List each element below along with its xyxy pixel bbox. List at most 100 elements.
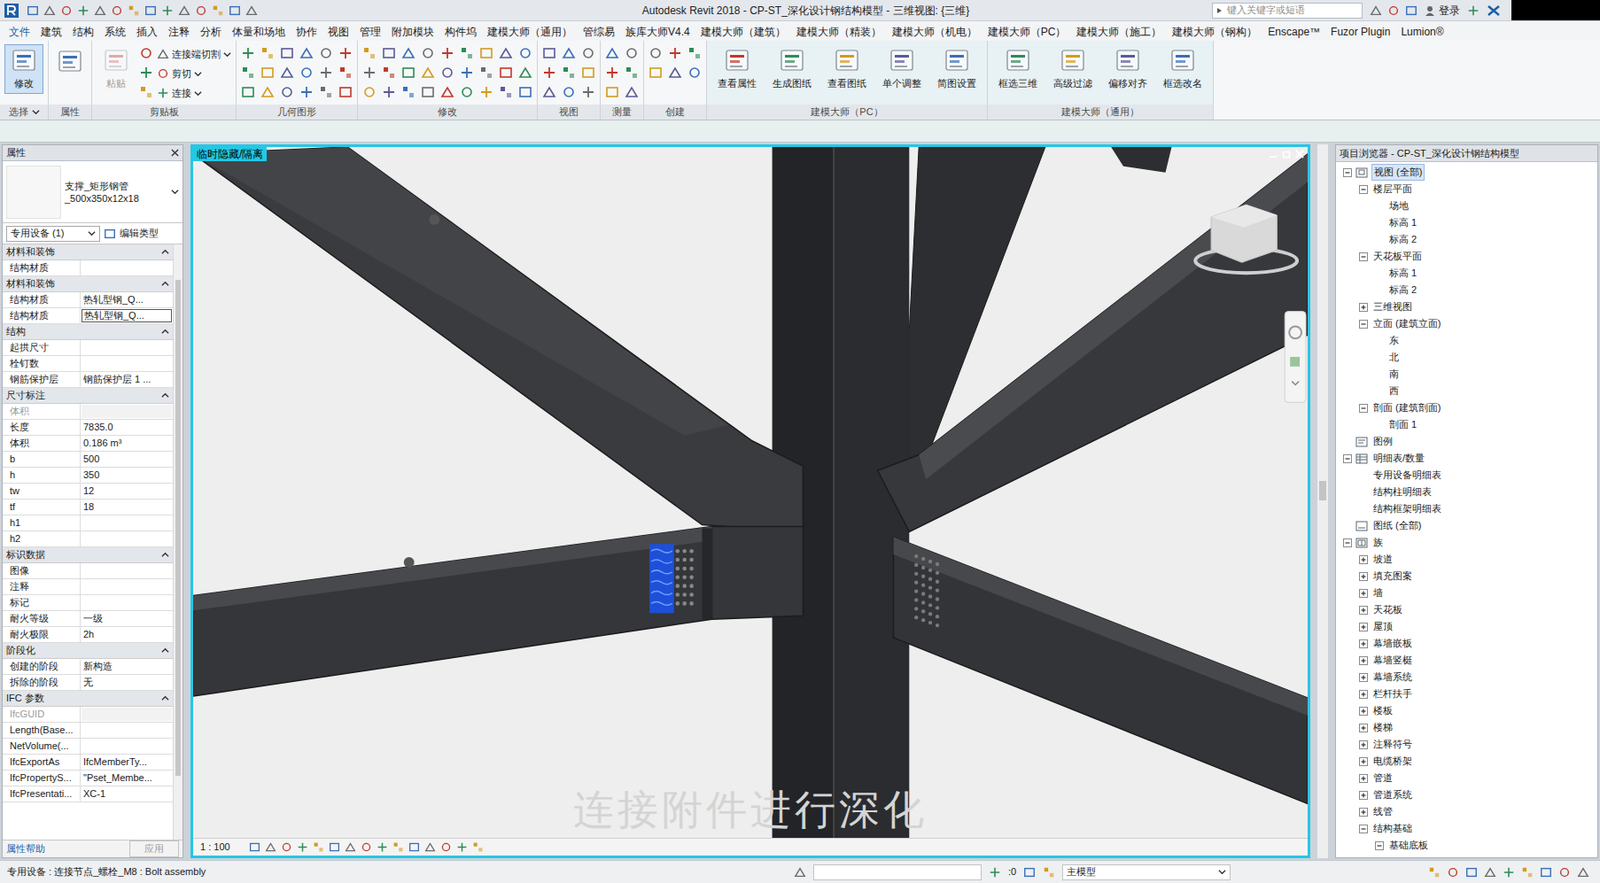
tree-item[interactable]: 标高 2 — [1335, 281, 1598, 299]
tool-icon[interactable] — [1576, 866, 1590, 879]
menu-tab[interactable]: 插入 — [131, 23, 164, 41]
menu-tab[interactable]: 协作 — [290, 23, 323, 41]
ribbon-large-button[interactable]: 框选三维 — [992, 44, 1044, 94]
collapse-icon[interactable] — [161, 327, 170, 336]
ribbon-panel-label[interactable]: 几何图形 — [236, 104, 358, 120]
tool-icon[interactable] — [318, 65, 334, 80]
tool-icon[interactable] — [1502, 866, 1515, 879]
tree-item[interactable]: 图纸 (全部) — [1335, 517, 1598, 535]
tree-item[interactable]: 标高 2 — [1335, 231, 1598, 249]
tool-icon[interactable] — [156, 86, 170, 100]
tool-icon[interactable] — [440, 85, 455, 100]
workset-selector[interactable] — [813, 864, 982, 881]
ribbon-small-button[interactable]: 连接端切割 — [156, 46, 232, 63]
tool-icon[interactable] — [60, 4, 73, 17]
group-header[interactable]: 尺寸标注 — [2, 388, 173, 404]
expand-icon[interactable] — [194, 89, 202, 98]
expand-icon[interactable] — [1359, 690, 1368, 700]
expand-icon[interactable] — [87, 229, 96, 238]
tool-icon[interactable] — [376, 841, 389, 854]
minimize-icon[interactable] — [1268, 149, 1278, 159]
tool-icon[interactable] — [279, 65, 295, 80]
property-row[interactable]: 图像 — [2, 563, 173, 580]
tree-item[interactable]: 注释符号 — [1335, 736, 1598, 754]
menu-tab[interactable]: 建模大师（钢构） — [1166, 23, 1263, 41]
tool-icon[interactable] — [1405, 4, 1418, 17]
collapse-icon[interactable] — [1359, 319, 1368, 329]
menu-tab[interactable]: 管理 — [354, 23, 387, 41]
tool-icon[interactable] — [26, 4, 39, 17]
property-row[interactable]: tw12 — [2, 483, 173, 500]
tool-icon[interactable] — [260, 65, 275, 80]
tree-item[interactable]: 墙 — [1335, 584, 1598, 602]
tree-item[interactable]: 楼层平面 — [1335, 180, 1598, 198]
property-row[interactable]: tf18 — [2, 499, 173, 516]
tool-icon[interactable] — [687, 65, 702, 80]
property-row[interactable]: 拆除的阶段无 — [2, 675, 173, 692]
tool-icon[interactable] — [1042, 866, 1056, 879]
tool-icon[interactable] — [1023, 866, 1036, 879]
ribbon-small-button[interactable]: 剪切 — [156, 65, 232, 82]
view-scrollbar[interactable] — [1317, 144, 1329, 859]
tool-icon[interactable] — [338, 85, 353, 100]
tool-icon[interactable] — [296, 841, 309, 854]
tool-icon[interactable] — [318, 85, 334, 100]
expand-icon[interactable] — [1359, 302, 1368, 312]
menu-tab[interactable]: 附加模块 — [386, 23, 440, 41]
tree-item[interactable]: 幕墙竖梃 — [1335, 652, 1598, 669]
ribbon-large-button[interactable]: 简图设置 — [931, 44, 983, 94]
property-row[interactable]: 长度7835.0 — [2, 419, 173, 436]
tree-item[interactable]: 图例 — [1335, 433, 1598, 451]
property-row[interactable]: IfcGUID — [2, 706, 173, 723]
collapse-icon[interactable] — [1343, 538, 1352, 548]
tool-icon[interactable] — [624, 85, 639, 100]
collapse-icon[interactable] — [1374, 841, 1384, 851]
tool-icon[interactable] — [624, 46, 639, 61]
property-row[interactable]: IfcPresentati...XC-1 — [2, 786, 173, 803]
menu-tab[interactable]: Fuzor Plugin — [1325, 23, 1396, 41]
tool-icon[interactable] — [139, 65, 154, 80]
tool-icon[interactable] — [479, 46, 494, 61]
collapse-icon[interactable] — [161, 279, 170, 288]
property-row[interactable]: IfcPropertyS..."Pset_Membe... — [2, 770, 173, 787]
navigation-bar[interactable] — [1284, 311, 1306, 404]
tool-icon[interactable] — [228, 4, 241, 17]
tool-icon[interactable] — [498, 85, 513, 100]
tool-icon[interactable] — [581, 65, 596, 80]
tool-icon[interactable] — [240, 65, 256, 80]
tree-item[interactable]: 天花板平面 — [1335, 248, 1598, 265]
ribbon-panel-label[interactable]: 建模大师（通用） — [987, 104, 1213, 120]
tool-icon[interactable] — [440, 46, 455, 61]
collapse-icon[interactable] — [1343, 168, 1352, 178]
tree-item[interactable]: 三维视图 — [1335, 298, 1598, 316]
property-row[interactable]: 体积0.186 m³ — [2, 435, 173, 452]
tool-icon[interactable] — [139, 46, 154, 61]
tool-icon[interactable] — [605, 65, 620, 80]
tool-icon[interactable] — [561, 46, 576, 61]
tree-item[interactable]: 坡道 — [1335, 551, 1598, 568]
tool-icon[interactable] — [667, 46, 683, 61]
menu-tab[interactable]: Lumion® — [1395, 23, 1449, 41]
type-selector[interactable]: 支撑_矩形钢管_500x350x12x18 — [2, 161, 183, 224]
scale-selector[interactable]: 1 : 100 — [200, 839, 231, 855]
tool-icon[interactable] — [988, 866, 1002, 879]
tool-icon[interactable] — [581, 46, 596, 61]
menu-tab[interactable]: 建筑 — [35, 23, 68, 41]
property-row[interactable]: NetVolume(... — [2, 738, 173, 755]
menu-tab[interactable]: 建模大师（建筑） — [695, 23, 792, 41]
tree-item[interactable]: 幕墙嵌板 — [1335, 635, 1598, 653]
collapse-icon[interactable] — [1359, 824, 1368, 834]
property-row[interactable]: 结构材质 — [2, 260, 173, 277]
tool-icon[interactable] — [561, 85, 576, 100]
tree-item[interactable]: 填充图案 — [1335, 567, 1598, 585]
ribbon-large-button[interactable]: 框选改名 — [1157, 44, 1209, 94]
tool-icon[interactable] — [144, 4, 157, 17]
tool-icon[interactable] — [381, 65, 397, 80]
expand-icon[interactable] — [1359, 639, 1368, 649]
expand-icon[interactable] — [1359, 605, 1368, 615]
edit-type-button[interactable]: 编辑类型 — [103, 225, 159, 241]
tree-item[interactable]: 栏杆扶手 — [1335, 685, 1598, 703]
ribbon-panel-label[interactable]: 属性 — [48, 104, 92, 120]
tool-icon[interactable] — [459, 46, 474, 61]
menu-tab[interactable]: 视图 — [322, 23, 355, 41]
